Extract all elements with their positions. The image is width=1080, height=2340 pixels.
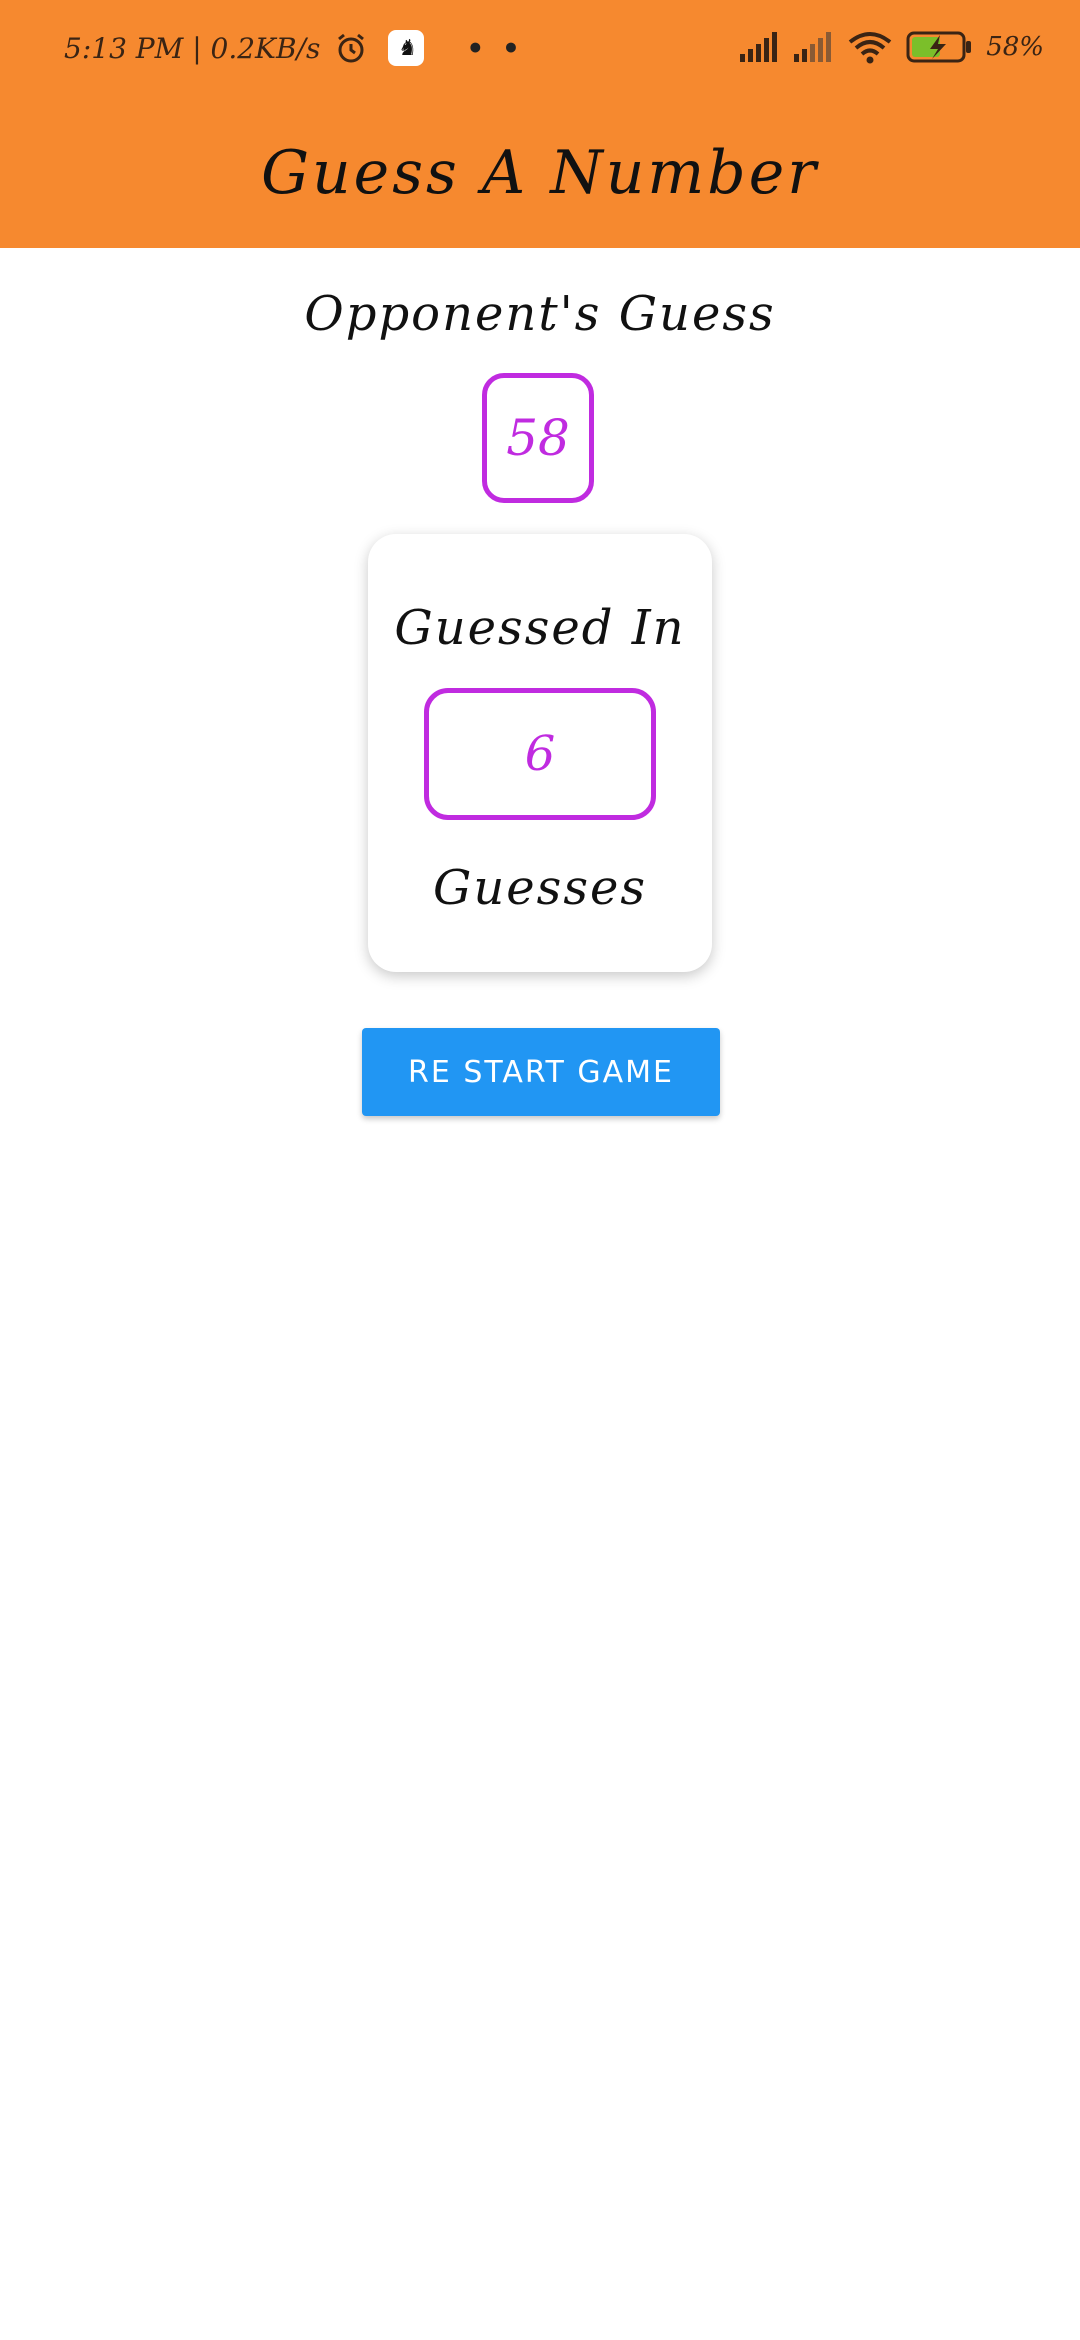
wifi-icon [848,32,892,64]
alarm-icon [338,33,365,63]
status-left: 5:13 PM | 0.2KB/s ♞ • • [64,30,524,66]
opponent-guess-value: 58 [482,373,594,503]
status-right: 58% [740,30,1044,64]
battery-percent: 58% [986,32,1044,62]
guessed-in-label: Guessed In [394,600,686,656]
opponent-guess-label: Opponent's Guess [304,286,776,342]
signal-icon-2 [794,32,832,62]
app-header: 5:13 PM | 0.2KB/s ♞ • • 58% Guess A Numb… [0,0,1080,248]
more-dots-icon: • • [466,31,524,65]
restart-game-button[interactable]: RE START GAME [362,1028,720,1116]
battery-charging-icon [906,31,972,63]
status-time: 5:13 PM | 0.2KB/s [64,31,321,65]
guess-count-value: 6 [424,688,656,820]
game-over-screen: 5:13 PM | 0.2KB/s ♞ • • 58% Guess A Numb… [0,0,1080,2340]
app-title: Guess A Number [261,138,819,208]
signal-icon [740,32,778,62]
app-notification-icon: ♞ [388,30,425,66]
status-bar: 5:13 PM | 0.2KB/s ♞ • • 58% [0,0,1080,100]
result-card: Guessed In 6 Guesses [368,534,712,972]
guesses-label: Guesses [433,860,647,916]
